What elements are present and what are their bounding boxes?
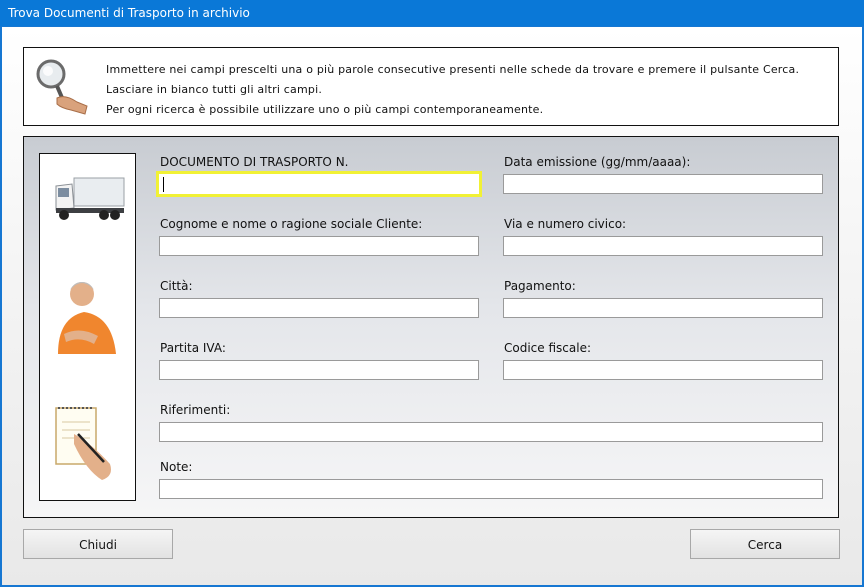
close-button[interactable]: Chiudi bbox=[23, 529, 173, 559]
text-caret bbox=[163, 177, 164, 192]
partita-iva-input[interactable] bbox=[159, 360, 479, 380]
riferimenti-input[interactable] bbox=[159, 422, 823, 442]
data-emissione-label: Data emissione (gg/mm/aaaa): bbox=[504, 155, 691, 169]
pagamento-input[interactable] bbox=[503, 298, 823, 318]
magnifier-hand-icon bbox=[36, 59, 88, 115]
info-box: Immettere nei campi prescelti una o più … bbox=[23, 47, 839, 126]
title-bar: Trova Documenti di Trasporto in archivio bbox=[0, 0, 864, 26]
truck-icon bbox=[55, 177, 125, 220]
via-input[interactable] bbox=[503, 236, 823, 256]
cliente-input[interactable] bbox=[159, 236, 479, 256]
cliente-label: Cognome e nome o ragione sociale Cliente… bbox=[160, 217, 423, 231]
pagamento-label: Pagamento: bbox=[504, 279, 576, 293]
note-label: Note: bbox=[160, 460, 193, 474]
data-emissione-input[interactable] bbox=[503, 174, 823, 194]
person-icon bbox=[58, 282, 116, 354]
documento-input[interactable] bbox=[156, 171, 482, 197]
info-line-2: Lasciare in bianco tutti gli altri campi… bbox=[106, 83, 323, 96]
window-title: Trova Documenti di Trasporto in archivio bbox=[8, 6, 250, 20]
codice-fiscale-input[interactable] bbox=[503, 360, 823, 380]
info-line-1: Immettere nei campi prescelti una o più … bbox=[106, 63, 800, 76]
documento-label: DOCUMENTO DI TRASPORTO N. bbox=[160, 155, 349, 169]
info-text: Immettere nei campi prescelti una o più … bbox=[106, 60, 799, 120]
citta-label: Città: bbox=[160, 279, 193, 293]
note-input[interactable] bbox=[159, 479, 823, 499]
image-column bbox=[39, 153, 136, 501]
search-button[interactable]: Cerca bbox=[690, 529, 840, 559]
info-line-3: Per ogni ricerca è possibile utilizzare … bbox=[106, 103, 544, 116]
notepad-writing-icon bbox=[55, 407, 111, 480]
citta-input[interactable] bbox=[159, 298, 479, 318]
riferimenti-label: Riferimenti: bbox=[160, 403, 231, 417]
codice-fiscale-label: Codice fiscale: bbox=[504, 341, 591, 355]
via-label: Via e numero civico: bbox=[504, 217, 627, 231]
partita-iva-label: Partita IVA: bbox=[160, 341, 226, 355]
